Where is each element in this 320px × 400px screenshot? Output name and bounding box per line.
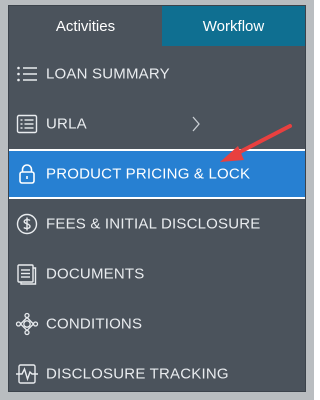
conditions-icon xyxy=(15,312,39,336)
panel-tabs: Activities Workflow xyxy=(9,6,305,46)
menu-item-label: DISCLOSURE TRACKING xyxy=(46,365,229,383)
chevron-right-icon[interactable] xyxy=(189,114,203,134)
menu-item-fees-initial-disclosure[interactable]: FEES & INITIAL DISCLOSURE xyxy=(9,199,305,249)
menu-item-loan-summary[interactable]: LOAN SUMMARY xyxy=(9,49,305,99)
dollar-circle-icon xyxy=(15,212,39,236)
menu-item-label: URLA xyxy=(46,115,87,133)
menu-item-disclosure-tracking[interactable]: DISCLOSURE TRACKING xyxy=(9,349,305,399)
tab-activities[interactable]: Activities xyxy=(9,6,162,46)
menu-item-conditions[interactable]: CONDITIONS xyxy=(9,299,305,349)
list-icon xyxy=(15,62,39,86)
menu-item-documents[interactable]: DOCUMENTS xyxy=(9,249,305,299)
menu-item-label: DOCUMENTS xyxy=(46,265,145,283)
lock-icon xyxy=(15,162,39,186)
menu-item-label: FEES & INITIAL DISCLOSURE xyxy=(46,215,261,233)
activities-menu: LOAN SUMMARY URLA PRODUCT PRICING & LOCK… xyxy=(9,49,305,399)
menu-item-label: PRODUCT PRICING & LOCK xyxy=(46,165,251,183)
menu-item-urla[interactable]: URLA xyxy=(9,99,305,149)
tracking-icon xyxy=(15,362,39,386)
documents-icon xyxy=(15,262,39,286)
menu-item-product-pricing-lock[interactable]: PRODUCT PRICING & LOCK xyxy=(9,149,305,199)
form-list-icon xyxy=(15,112,39,136)
menu-item-label: CONDITIONS xyxy=(46,315,143,333)
menu-item-label: LOAN SUMMARY xyxy=(46,65,170,83)
screenshot-frame: Activities Workflow LOAN SUMMARY URLA PR… xyxy=(0,0,314,400)
activities-panel: Activities Workflow LOAN SUMMARY URLA PR… xyxy=(8,5,306,392)
tab-workflow[interactable]: Workflow xyxy=(162,6,305,46)
